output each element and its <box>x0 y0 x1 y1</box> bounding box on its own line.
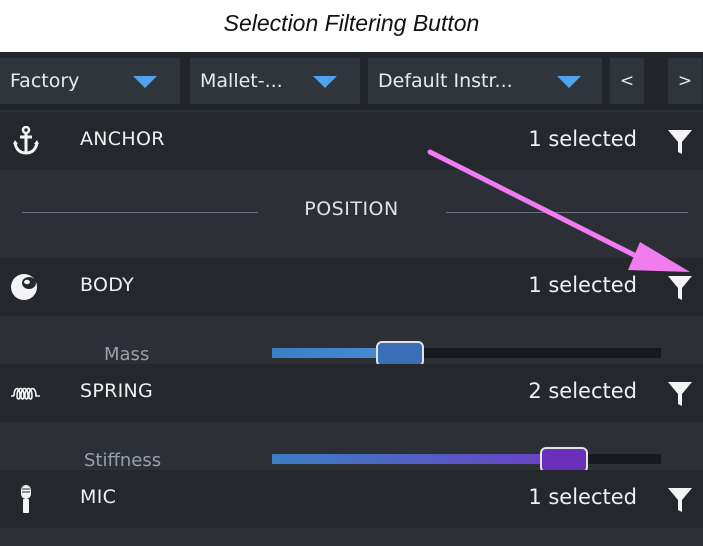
chevron-down-icon <box>313 76 337 88</box>
spring-coil-icon <box>10 378 42 408</box>
filter-icon[interactable] <box>667 381 693 407</box>
section-label-body: BODY <box>80 274 135 296</box>
selection-count-anchor: 1 selected <box>528 127 637 151</box>
section-row-body[interactable]: BODY 1 selected <box>0 258 703 316</box>
instrument-dropdown-label: Default Instr... <box>378 70 513 92</box>
divider-line <box>446 212 688 213</box>
filter-icon[interactable] <box>667 275 693 301</box>
filter-icon[interactable] <box>667 129 693 155</box>
screenshot-caption: Selection Filtering Button <box>223 9 480 36</box>
section-row-mic[interactable]: MIC 1 selected <box>0 470 703 528</box>
mass-label: Mass <box>104 344 150 365</box>
instrument-dropdown[interactable]: Default Instr... <box>368 58 602 104</box>
section-label-spring: SPRING <box>80 380 154 402</box>
preset-category-dropdown[interactable]: Mallet-... <box>190 58 360 104</box>
stiffness-slider-fill <box>272 454 564 464</box>
body-ball-icon <box>10 272 42 302</box>
preset-toolbar: Factory Mallet-... Default Instr... < > <box>0 52 703 110</box>
mass-parameter: Mass <box>0 316 703 367</box>
section-row-anchor[interactable]: ANCHOR 1 selected <box>0 112 703 170</box>
mass-slider-track[interactable] <box>272 348 661 358</box>
chevron-down-icon <box>133 76 157 88</box>
stiffness-slider-track[interactable] <box>272 454 661 464</box>
section-label-mic: MIC <box>80 486 117 508</box>
factory-dropdown[interactable]: Factory <box>0 58 180 104</box>
stiffness-parameter: Stiffness <box>0 422 703 473</box>
selection-count-mic: 1 selected <box>528 485 637 509</box>
preset-category-label: Mallet-... <box>200 70 283 92</box>
filter-icon[interactable] <box>667 487 693 513</box>
stiffness-label: Stiffness <box>84 450 162 471</box>
position-section-header: POSITION <box>0 170 703 258</box>
previous-preset-button[interactable]: < <box>610 58 644 104</box>
section-label-anchor: ANCHOR <box>80 128 165 150</box>
microphone-icon <box>10 484 42 514</box>
section-row-spring[interactable]: SPRING 2 selected <box>0 364 703 422</box>
selection-count-spring: 2 selected <box>528 379 637 403</box>
factory-dropdown-label: Factory <box>10 70 80 92</box>
selection-count-body: 1 selected <box>528 273 637 297</box>
next-preset-button[interactable]: > <box>668 58 702 104</box>
instrument-panel: Factory Mallet-... Default Instr... < > … <box>0 52 703 546</box>
chevron-down-icon <box>557 76 581 88</box>
position-title: POSITION <box>304 198 399 220</box>
anchor-icon <box>10 125 42 156</box>
